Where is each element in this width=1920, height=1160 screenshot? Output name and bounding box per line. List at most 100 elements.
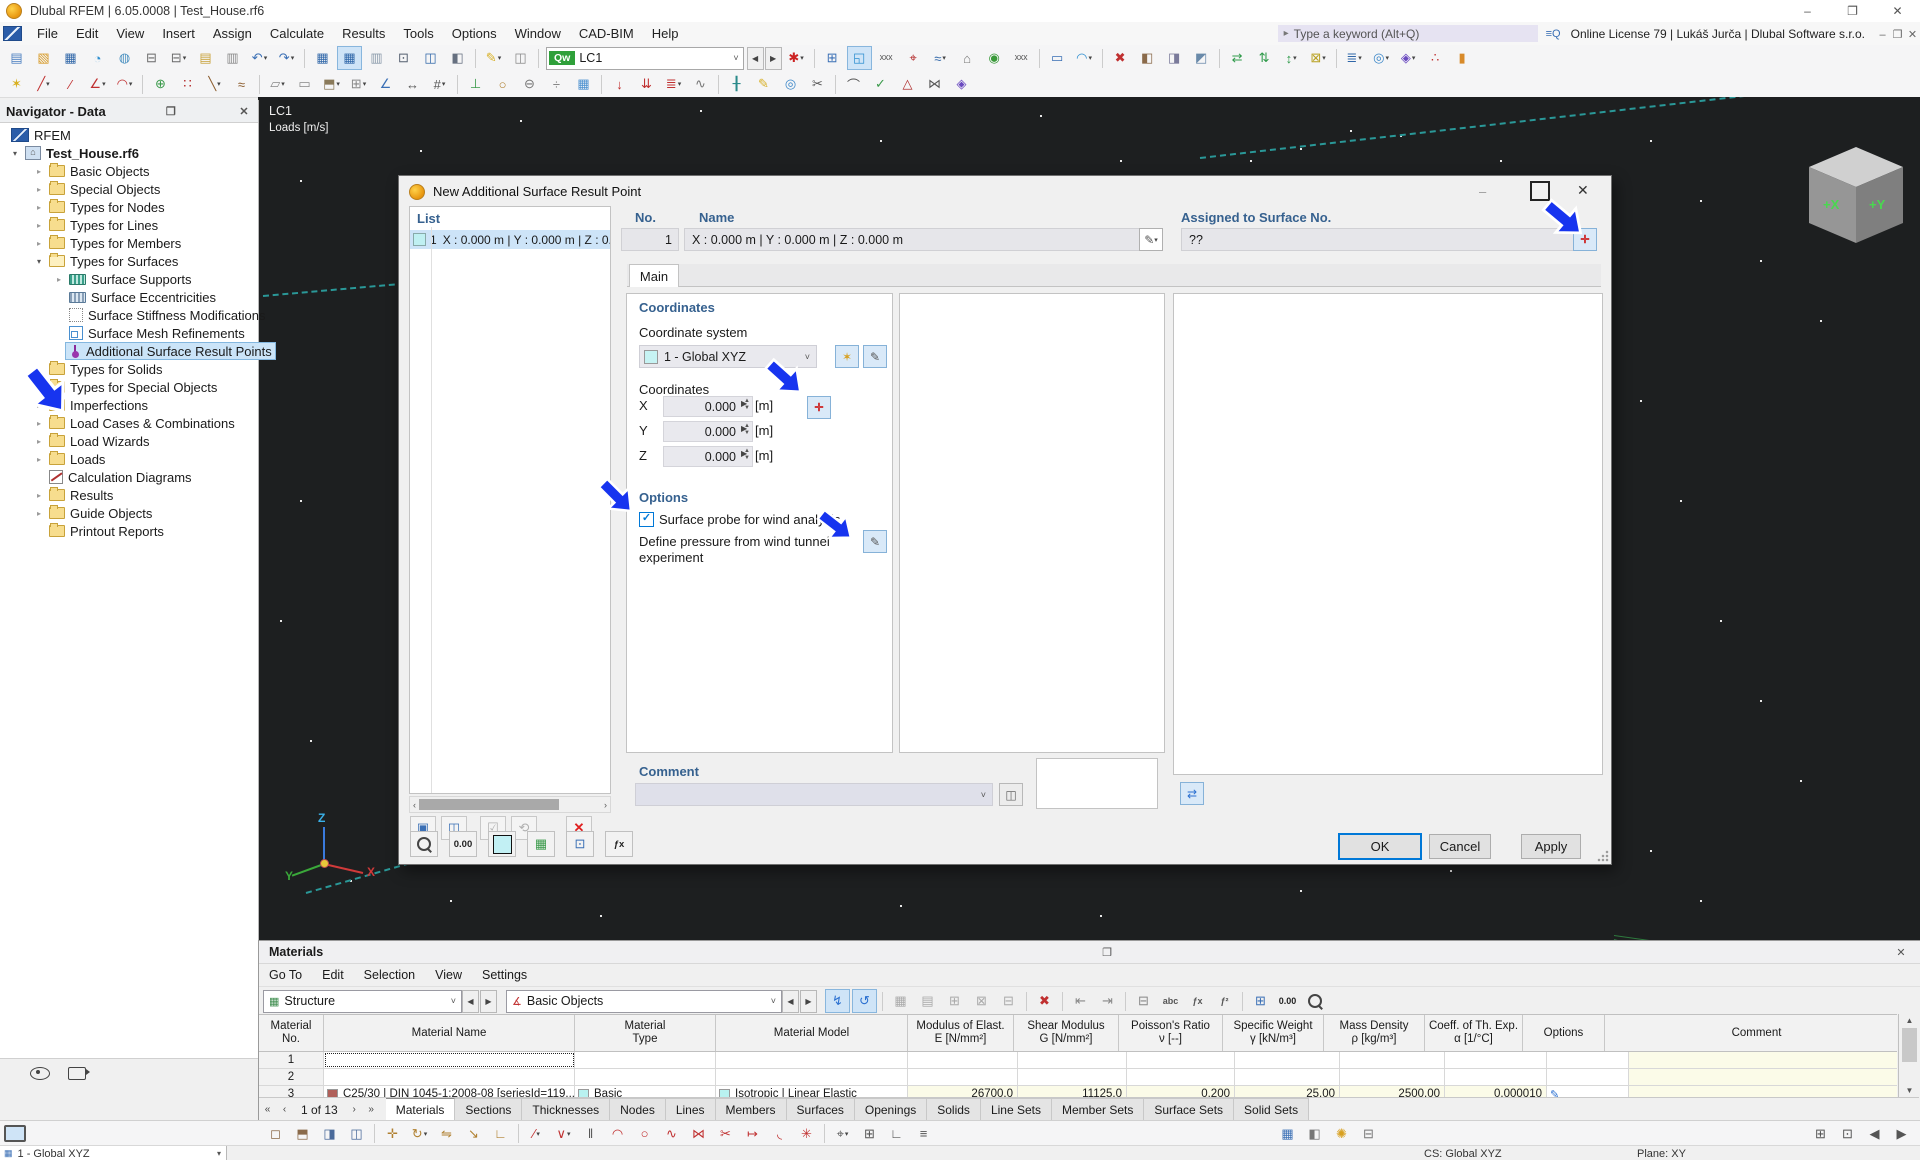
print-table-button[interactable]: ⊟	[1131, 989, 1156, 1013]
materials-menu-view[interactable]: View	[425, 966, 472, 984]
previous-load-case-button[interactable]: ◀	[746, 46, 764, 70]
tree-item-surface-supports[interactable]: ▸ Surface Supports	[0, 270, 258, 288]
solid-model-button[interactable]: ◧	[1135, 46, 1160, 70]
printout-report-button[interactable]: ▤	[193, 46, 218, 70]
tree-item-surface-mesh-refinements[interactable]: Surface Mesh Refinements	[0, 324, 258, 342]
tree-item-printout-reports[interactable]: Printout Reports	[0, 522, 258, 540]
scroll-thumb[interactable]	[419, 799, 559, 810]
navigator-float-icon[interactable]: ❐	[163, 105, 179, 118]
insert-row-button[interactable]: ⊠	[969, 989, 994, 1013]
axes-systems-button[interactable]: ∠	[373, 72, 398, 96]
dialog-minimize-button[interactable]: –	[1479, 184, 1486, 199]
dock-windows-button[interactable]: ◧	[445, 46, 470, 70]
menu-tools[interactable]: Tools	[394, 23, 442, 44]
table-cell[interactable]	[716, 1069, 908, 1085]
cancel-button[interactable]: Cancel	[1429, 834, 1491, 859]
mirror-model-button[interactable]: ⋈	[922, 72, 947, 96]
mirror-button[interactable]: ⇋	[434, 1122, 459, 1146]
table-cell[interactable]	[1018, 1052, 1127, 1068]
tree-item-special-objects[interactable]: ▸ Special Objects	[0, 180, 258, 198]
expand-icon[interactable]: ▸	[32, 239, 46, 248]
table-group-select[interactable]: ▦ Structure ˅	[263, 989, 462, 1013]
print-button[interactable]: ⊟	[139, 46, 164, 70]
menu-edit[interactable]: Edit	[67, 23, 107, 44]
column-header-comment[interactable]: Comment	[1605, 1015, 1897, 1051]
layers-button[interactable]: ≣ ▾	[1342, 46, 1367, 70]
intersect-lines-button[interactable]: ⋈	[686, 1122, 711, 1146]
tables-results-button[interactable]: ▦	[337, 46, 362, 70]
snap-node-button[interactable]: ✳	[794, 1122, 819, 1146]
materials-close-icon[interactable]: ✕	[1891, 946, 1911, 959]
ok-button[interactable]: OK	[1338, 833, 1422, 860]
next-table-button[interactable]: ▶	[800, 989, 817, 1013]
tree-item-types-for-surfaces[interactable]: ▾ Types for Surfaces	[0, 252, 258, 270]
division-button[interactable]: ÷	[544, 72, 569, 96]
table-tab-openings[interactable]: Openings	[854, 1098, 928, 1121]
zoom-full-button[interactable]: ⊞	[1808, 1122, 1833, 1146]
column-header-modulus-of-elast-[interactable]: Modulus of Elast. E [N/mm²]	[908, 1015, 1014, 1051]
table-cell[interactable]	[908, 1052, 1018, 1068]
table-edit-button[interactable]: ▤	[915, 989, 940, 1013]
tree-item-loads[interactable]: ▸ Loads	[0, 450, 258, 468]
light-source-button[interactable]: ✺	[1329, 1122, 1354, 1146]
tree-item-surface-eccentricities[interactable]: Surface Eccentricities	[0, 288, 258, 306]
display-decimals-button[interactable]: 0.00	[449, 831, 477, 857]
new-member-button[interactable]: ╲ ▾	[202, 72, 227, 96]
menu-file[interactable]: File	[28, 23, 67, 44]
render-solid-button[interactable]: ▦	[1275, 1122, 1300, 1146]
dialog-titlebar[interactable]: New Additional Surface Result Point	[399, 176, 1611, 207]
guide-object-button[interactable]: ╂	[724, 72, 749, 96]
surface-probe-checkbox[interactable]: ✓	[639, 512, 654, 527]
console-button[interactable]: ⊡	[391, 46, 416, 70]
table-tab-sections[interactable]: Sections	[455, 1098, 523, 1121]
tree-item-types-for-nodes[interactable]: ▸ Types for Nodes	[0, 198, 258, 216]
table-cell[interactable]	[1018, 1069, 1127, 1085]
move-z-button[interactable]: ↕ ▾	[1279, 46, 1304, 70]
coordinate-system-status-select[interactable]: ▦ 1 - Global XYZ ▾	[0, 1146, 227, 1160]
expand-icon[interactable]: ▸	[32, 437, 46, 446]
table-tab-solid-sets[interactable]: Solid Sets	[1234, 1098, 1310, 1121]
window-minimize-button[interactable]: –	[1785, 0, 1830, 22]
mesh-refinement-button[interactable]: ▦	[571, 72, 596, 96]
pick-in-graphic-button[interactable]: ↯	[825, 989, 850, 1013]
edit-function-button[interactable]: ƒx	[605, 831, 633, 857]
prev-group-button[interactable]: ◀	[462, 989, 479, 1013]
visibility-mode-button[interactable]: ◎	[778, 72, 803, 96]
move-x-button[interactable]: ⇄	[1225, 46, 1250, 70]
menu-options[interactable]: Options	[443, 23, 506, 44]
column-header-material[interactable]: Material Type	[575, 1015, 716, 1051]
surface-load-button[interactable]: ≣ ▾	[661, 72, 686, 96]
section-cut-button[interactable]: ⊟	[1356, 1122, 1381, 1146]
tab-main[interactable]: Main	[629, 264, 679, 287]
values-on-surfaces-button[interactable]: ˣˣˣ	[1009, 46, 1034, 70]
table-settings-button[interactable]: ⊞	[1248, 989, 1273, 1013]
table-cell[interactable]: 1	[259, 1052, 324, 1068]
tree-item-guide-objects[interactable]: ▸ Guide Objects	[0, 504, 258, 522]
wind-tunnel-import-button[interactable]: ✎	[863, 530, 887, 553]
save-model-button[interactable]: ▦	[58, 46, 83, 70]
expand-icon[interactable]: ▸	[32, 509, 46, 518]
dlubal-center-button[interactable]: ◍	[112, 46, 137, 70]
navigation-cube[interactable]: +X +Y	[1806, 145, 1906, 245]
guidelines-button[interactable]: ≡	[911, 1122, 936, 1146]
table-cell[interactable]	[908, 1069, 1018, 1085]
scroll-left-icon[interactable]: ‹	[410, 800, 419, 810]
window-close-button[interactable]: ✕	[1875, 0, 1920, 22]
materials-menu-settings[interactable]: Settings	[472, 966, 537, 984]
result-values-button[interactable]: ˣˣˣ	[874, 46, 899, 70]
tree-item-test-house-rf6[interactable]: ▾ ⌂ Test_House.rf6	[0, 144, 258, 162]
mdi-restore-button[interactable]: ❐	[1890, 28, 1905, 41]
table-tab-materials[interactable]: Materials	[385, 1098, 456, 1121]
select-objects-button[interactable]: ◻	[263, 1122, 288, 1146]
next-view-button[interactable]: ▶	[1889, 1122, 1914, 1146]
import-export-button[interactable]: ⇄	[1180, 782, 1204, 805]
report-template-button[interactable]: ▥	[220, 46, 245, 70]
search-list-icon[interactable]: ≡Q	[1546, 28, 1561, 40]
last-record-button[interactable]: »	[363, 1104, 380, 1115]
no-field[interactable]: 1	[621, 228, 679, 251]
table-cell[interactable]	[1629, 1069, 1897, 1085]
table-cell[interactable]	[1127, 1069, 1235, 1085]
formula-bar-button[interactable]: ƒ²	[1212, 989, 1237, 1013]
favorites-button[interactable]: ✱ ▾	[784, 46, 809, 70]
expand-icon[interactable]: ▸	[32, 221, 46, 230]
